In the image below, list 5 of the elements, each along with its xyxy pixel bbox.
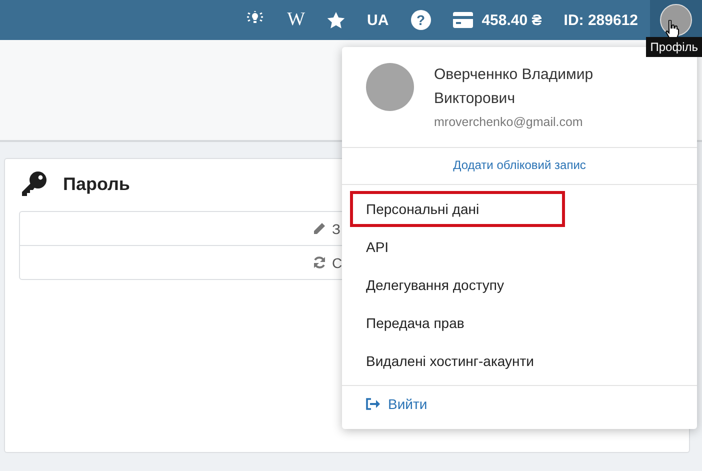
account-id: ID: 289612 xyxy=(564,12,638,28)
card-title: Пароль xyxy=(63,174,130,194)
user-email: mroverchenko@gmail.com xyxy=(434,115,584,129)
profile-tooltip: Профіль xyxy=(646,37,702,57)
user-name: Оверченнко Владимир Викторович xyxy=(434,65,594,109)
